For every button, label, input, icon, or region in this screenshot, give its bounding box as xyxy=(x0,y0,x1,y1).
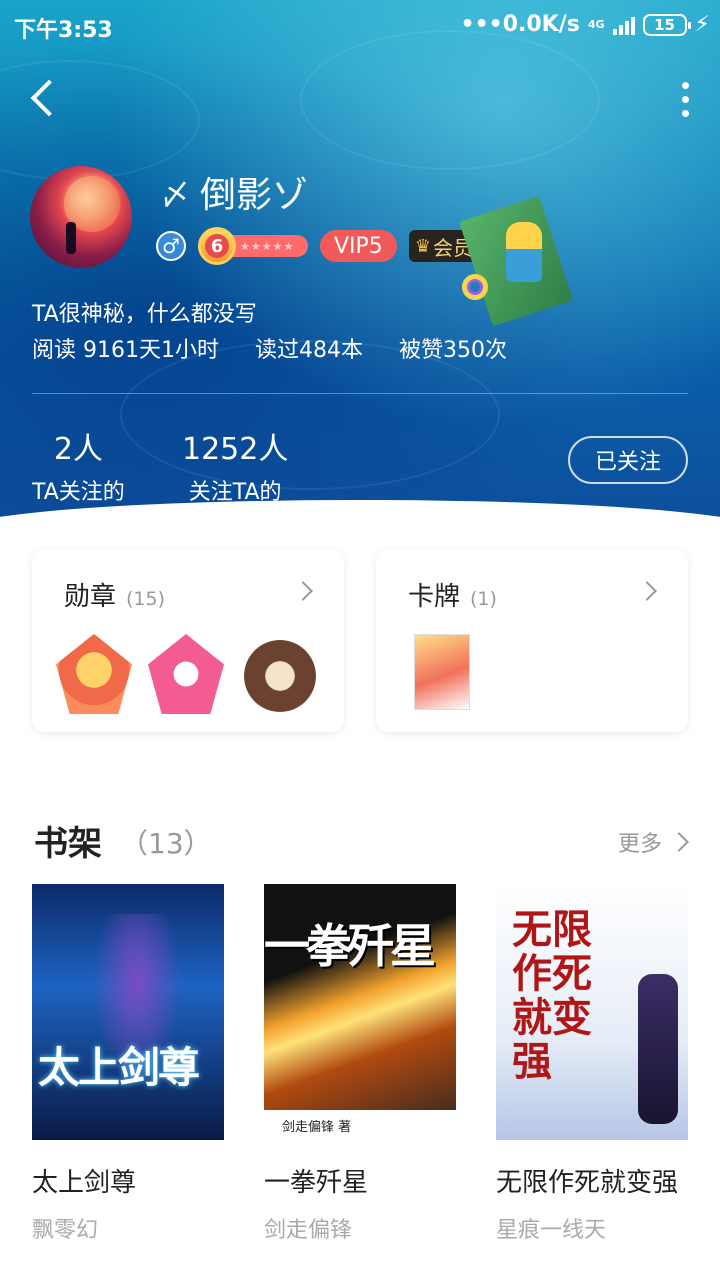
cards-title: 卡牌 xyxy=(408,582,461,612)
medals-count: (15) xyxy=(126,588,166,610)
signature-icon: 〆 xyxy=(160,178,190,213)
book-cover[interactable]: 无限作死就变强 xyxy=(496,884,688,1140)
followers-stat[interactable]: 1252人 关注TA的 xyxy=(182,424,288,506)
likes-count: 被赞350次 xyxy=(398,338,507,363)
cover-footer: 剑走偏锋 著 xyxy=(264,1110,456,1140)
chevron-right-icon xyxy=(637,581,657,601)
level-number: 6 xyxy=(205,234,229,258)
reading-time: 阅读 9161天1小时 xyxy=(32,338,219,363)
status-bar: 下午3:53 •••0.0K/s 4G 15 ⚡ xyxy=(0,0,720,52)
status-time: 下午3:53 xyxy=(14,18,113,43)
followers-count: 1252人 xyxy=(182,432,289,467)
chevron-right-icon xyxy=(669,832,689,852)
network-type: 4G xyxy=(587,18,605,31)
cover-title: 太上剑尊 xyxy=(38,1043,200,1092)
boy-decoration xyxy=(506,222,542,282)
bookshelf-count: （13） xyxy=(120,827,212,860)
book-author: 剑走偏锋 xyxy=(264,1218,353,1243)
book-author: 飘零幻 xyxy=(32,1218,99,1243)
medals-title: 勋章 xyxy=(64,582,117,612)
vip-badge[interactable]: VIP5 xyxy=(320,230,397,262)
books-read: 读过484本 xyxy=(254,338,363,363)
male-icon: ♂ xyxy=(156,231,186,261)
book-item[interactable]: 一拳歼星 剑走偏锋 著 一拳歼星 剑走偏锋 xyxy=(264,884,456,1244)
username: 〆 倒影ゾ xyxy=(160,166,308,218)
medals-card[interactable]: 勋章 (15) xyxy=(32,550,344,732)
book-item[interactable]: 太上剑尊 太上剑尊 飘零幻 xyxy=(32,884,224,1244)
divider xyxy=(32,393,688,394)
following-count: 2人 xyxy=(53,432,103,467)
medal-cheer[interactable] xyxy=(148,634,224,714)
bio-text: TA很神秘，什么都没写 xyxy=(32,302,257,327)
bookshelf-more-link[interactable]: 更多 xyxy=(617,826,689,858)
book-cover[interactable]: 一拳歼星 剑走偏锋 著 xyxy=(264,884,456,1140)
cards-count: (1) xyxy=(470,588,497,610)
followed-button[interactable]: 已关注 xyxy=(568,436,688,484)
following-stat[interactable]: 2人 TA关注的 xyxy=(32,424,125,506)
following-label: TA关注的 xyxy=(32,480,125,505)
back-button[interactable] xyxy=(22,72,70,124)
cover-title: 无限作死就变强 xyxy=(512,906,592,1085)
charging-icon: ⚡ xyxy=(694,12,710,37)
network-speed: •••0.0K/s xyxy=(460,12,580,37)
swim-ring-decoration xyxy=(462,274,488,300)
cards-card[interactable]: 卡牌 (1) xyxy=(376,550,688,732)
signal-icon xyxy=(612,15,635,35)
username-text: 倒影ゾ xyxy=(200,175,309,216)
bookshelf-title: 书架 xyxy=(34,824,102,864)
level-stars: ★★★★★ xyxy=(228,235,308,257)
more-options-icon[interactable] xyxy=(670,74,700,124)
book-title[interactable]: 无限作死就变强 xyxy=(496,1162,688,1204)
reading-stats: 阅读 9161天1小时 读过484本 被赞350次 xyxy=(32,332,507,364)
more-label: 更多 xyxy=(617,832,662,857)
badge-row: ♂ 6 ★★★★★ VIP5 ♛ 会员 年 xyxy=(156,227,507,265)
avatar[interactable] xyxy=(30,166,132,268)
cover-figure xyxy=(638,974,678,1124)
book-title[interactable]: 一拳歼星 xyxy=(264,1162,456,1204)
book-cover[interactable]: 太上剑尊 xyxy=(32,884,224,1140)
medal-bronze[interactable] xyxy=(244,640,316,712)
chevron-right-icon xyxy=(293,581,313,601)
cover-title: 一拳歼星 xyxy=(264,919,436,973)
medal-magician[interactable] xyxy=(56,634,132,714)
profile-header: 下午3:53 •••0.0K/s 4G 15 ⚡ 〆 倒影ゾ ♂ 6 ★★★★★… xyxy=(0,0,720,520)
collectible-card[interactable] xyxy=(414,634,470,710)
book-title[interactable]: 太上剑尊 xyxy=(32,1162,224,1204)
battery-icon: 15 xyxy=(642,13,691,36)
book-author: 星痕一线天 xyxy=(496,1218,607,1243)
book-item[interactable]: 无限作死就变强 无限作死就变强 星痕一线天 xyxy=(496,884,688,1244)
crown-icon: ♛ xyxy=(414,235,431,257)
level-badge[interactable]: 6 ★★★★★ xyxy=(198,227,308,265)
